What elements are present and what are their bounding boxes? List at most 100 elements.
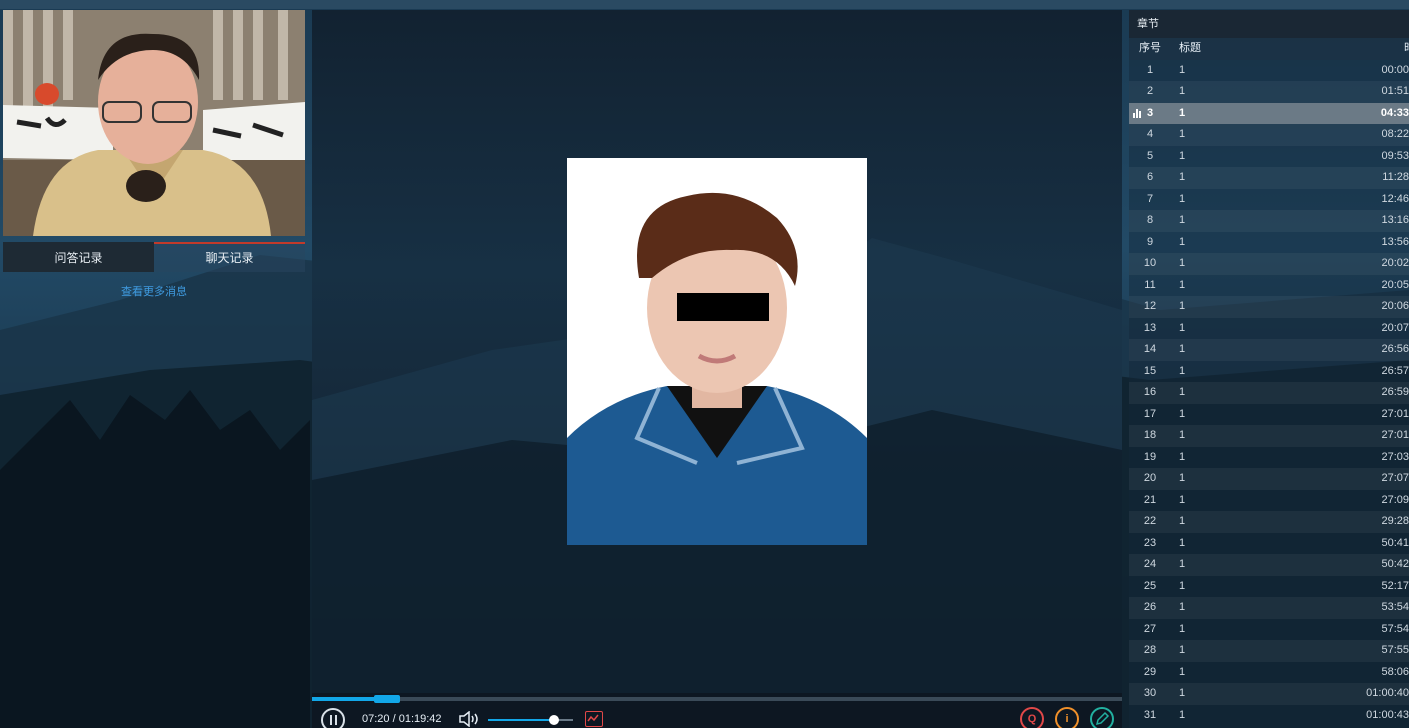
- chapter-number: 8: [1146, 214, 1154, 226]
- chapter-number: 5: [1146, 149, 1154, 162]
- chapter-number: 31: [1143, 708, 1157, 721]
- chapter-row[interactable]: 11 1 20:05: [1129, 275, 1409, 297]
- chapter-number: 22: [1143, 515, 1157, 527]
- chapter-number: 21: [1143, 493, 1157, 506]
- chapter-panel-title: 章节: [1129, 10, 1409, 38]
- chapter-title: 1: [1179, 493, 1186, 506]
- chapter-title: 1: [1179, 300, 1186, 312]
- chapter-row[interactable]: 6 1 11:28: [1129, 167, 1409, 189]
- chapter-time: 27:01: [1381, 407, 1409, 420]
- chapter-list: 1 1 00:00 2 1 01:51 3 1 04:33 4 1 08:22 5 1 09:53 6 1 11:…: [1129, 60, 1409, 727]
- chapter-row[interactable]: 18 1 27:01: [1129, 425, 1409, 447]
- qa-icon[interactable]: Q: [1020, 707, 1044, 728]
- chapter-title: 1: [1179, 687, 1186, 699]
- chapter-title: 1: [1179, 386, 1186, 398]
- chapter-number: 12: [1143, 300, 1157, 312]
- progress-thumb[interactable]: [373, 695, 400, 703]
- chapter-number: 17: [1143, 407, 1157, 420]
- chapter-row[interactable]: 7 1 12:46: [1129, 189, 1409, 211]
- chapter-row[interactable]: 4 1 08:22: [1129, 124, 1409, 146]
- chapter-title: 1: [1179, 278, 1186, 291]
- volume-slider[interactable]: [488, 715, 573, 725]
- chapter-row[interactable]: 28 1 57:55: [1129, 640, 1409, 662]
- chapter-row[interactable]: 9 1 13:56: [1129, 232, 1409, 254]
- chapter-row[interactable]: 30 1 01:00:40: [1129, 683, 1409, 705]
- chapter-row[interactable]: 31 1 01:00:43: [1129, 705, 1409, 727]
- progress-bar[interactable]: [312, 695, 1122, 703]
- chapter-time: 53:54: [1381, 601, 1409, 613]
- chapter-time: 27:03: [1381, 450, 1409, 463]
- chapter-time: 13:16: [1381, 214, 1409, 226]
- pause-icon[interactable]: [321, 708, 345, 728]
- chapter-panel: 章节 序号 标题 时 1100:002101:513104:334108:225…: [1129, 10, 1409, 728]
- player-controls: 07:20 / 01:19:42 Q i: [312, 693, 1122, 728]
- chapter-number: 4: [1146, 128, 1154, 140]
- chapter-time: 29:28: [1381, 515, 1409, 527]
- chapter-time: 00:00: [1381, 63, 1409, 76]
- chapter-time: 26:56: [1381, 343, 1409, 355]
- chapter-title: 1: [1179, 622, 1186, 635]
- chapter-time: 20:07: [1381, 321, 1409, 334]
- chapter-time: 20:02: [1381, 257, 1409, 269]
- screen-share-icon[interactable]: [585, 711, 603, 727]
- speaker-icon[interactable]: [458, 711, 480, 727]
- chapter-row[interactable]: 29 1 58:06: [1129, 662, 1409, 684]
- chapter-time: 01:51: [1381, 85, 1409, 97]
- chapter-number: 10: [1143, 257, 1157, 269]
- chapter-number: 16: [1143, 386, 1157, 398]
- chapter-number: 24: [1143, 558, 1157, 570]
- chapter-title: 1: [1179, 579, 1186, 592]
- chapter-row[interactable]: 14 1 26:56: [1129, 339, 1409, 361]
- volume-thumb[interactable]: [549, 715, 560, 725]
- chapter-time: 50:42: [1381, 558, 1409, 570]
- chapter-row[interactable]: 23 1 50:41: [1129, 533, 1409, 555]
- chapter-title: 1: [1179, 708, 1186, 721]
- view-more-messages-link[interactable]: 查看更多消息: [3, 283, 305, 299]
- chapter-row[interactable]: 1 1 00:00: [1129, 60, 1409, 82]
- chapter-row[interactable]: 21 1 27:09: [1129, 490, 1409, 512]
- pencil-icon[interactable]: [1090, 707, 1114, 728]
- chapter-number: 1: [1146, 63, 1154, 76]
- chapter-row[interactable]: 13 1 20:07: [1129, 318, 1409, 340]
- chapter-title: 1: [1179, 214, 1186, 226]
- chapter-time: 01:00:40: [1366, 687, 1409, 699]
- chapter-time: 13:56: [1381, 235, 1409, 248]
- chapter-number: 30: [1143, 687, 1157, 699]
- chapter-row[interactable]: 20 1 27:07: [1129, 468, 1409, 490]
- chapter-title: 1: [1179, 407, 1186, 420]
- chapter-number: 28: [1143, 644, 1157, 656]
- chapter-row[interactable]: 17 1 27:01: [1129, 404, 1409, 426]
- chapter-row[interactable]: 5 1 09:53: [1129, 146, 1409, 168]
- chapter-row[interactable]: 10 1 20:02: [1129, 253, 1409, 275]
- chapter-table-header: 序号 标题 时: [1129, 38, 1409, 60]
- chapter-row[interactable]: 3 1 04:33: [1129, 102, 1409, 124]
- chapter-title: 1: [1179, 364, 1186, 377]
- chapter-row[interactable]: 27 1 57:54: [1129, 619, 1409, 641]
- chapter-time: 27:01: [1381, 429, 1409, 441]
- chapter-time: 08:22: [1381, 128, 1409, 140]
- chapter-row[interactable]: 25 1 52:17: [1129, 576, 1409, 598]
- chapter-time: 26:57: [1381, 364, 1409, 377]
- total-time: 01:19:42: [398, 713, 442, 725]
- chapter-row[interactable]: 22 1 29:28: [1129, 511, 1409, 533]
- volume-fill: [488, 719, 555, 721]
- chapter-row[interactable]: 24 1 50:42: [1129, 554, 1409, 576]
- tab-chat-records[interactable]: 聊天记录: [154, 242, 305, 272]
- chapter-row[interactable]: 2 1 01:51: [1129, 81, 1409, 103]
- tab-qa-records[interactable]: 问答记录: [3, 242, 154, 272]
- chapter-row[interactable]: 12 1 20:06: [1129, 296, 1409, 318]
- chapter-time: 57:55: [1381, 644, 1409, 656]
- chapter-number: 11: [1144, 278, 1156, 291]
- chapter-number: 13: [1143, 321, 1157, 334]
- chapter-row[interactable]: 16 1 26:59: [1129, 382, 1409, 404]
- chapter-row[interactable]: 26 1 53:54: [1129, 597, 1409, 619]
- webcam-feed: [3, 10, 305, 236]
- record-tabs: 问答记录 聊天记录: [3, 242, 305, 272]
- chapter-row[interactable]: 8 1 13:16: [1129, 210, 1409, 232]
- chapter-number: 14: [1143, 343, 1157, 355]
- chapter-title: 1: [1179, 601, 1186, 613]
- chapter-row[interactable]: 15 1 26:57: [1129, 361, 1409, 383]
- info-icon[interactable]: i: [1055, 707, 1079, 728]
- chapter-time: 52:17: [1381, 579, 1409, 592]
- chapter-row[interactable]: 19 1 27:03: [1129, 447, 1409, 469]
